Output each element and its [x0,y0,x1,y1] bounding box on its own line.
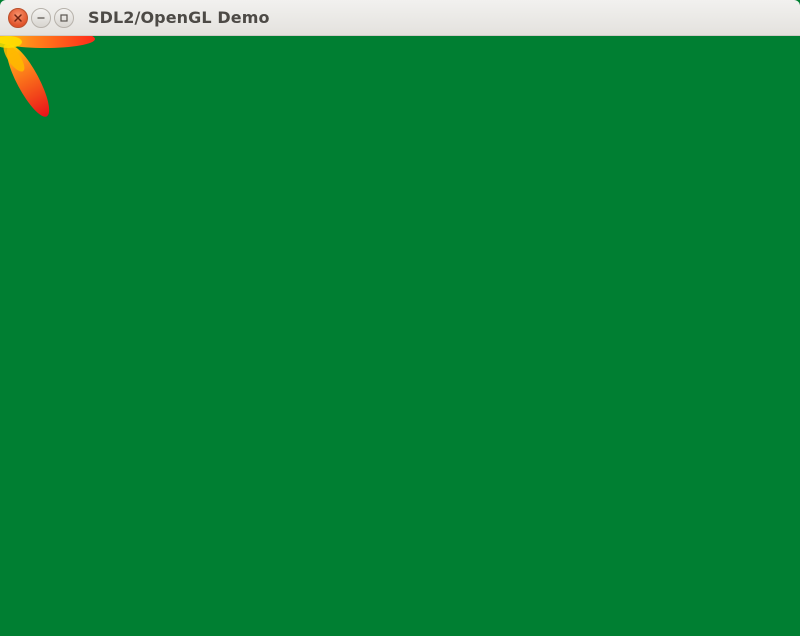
close-icon [13,13,23,23]
app-window: SDL2/OpenGL Demo [0,0,800,636]
flower-shape [0,36,95,117]
minimize-icon [36,13,46,23]
window-controls [8,7,74,28]
minimize-button[interactable] [31,7,51,28]
close-button[interactable] [8,7,28,28]
title-bar[interactable]: SDL2/OpenGL Demo [0,0,800,36]
maximize-button[interactable] [54,7,74,28]
render-surface [0,36,95,117]
opengl-canvas[interactable] [0,36,800,636]
maximize-icon [59,13,69,23]
window-title: SDL2/OpenGL Demo [88,8,270,27]
